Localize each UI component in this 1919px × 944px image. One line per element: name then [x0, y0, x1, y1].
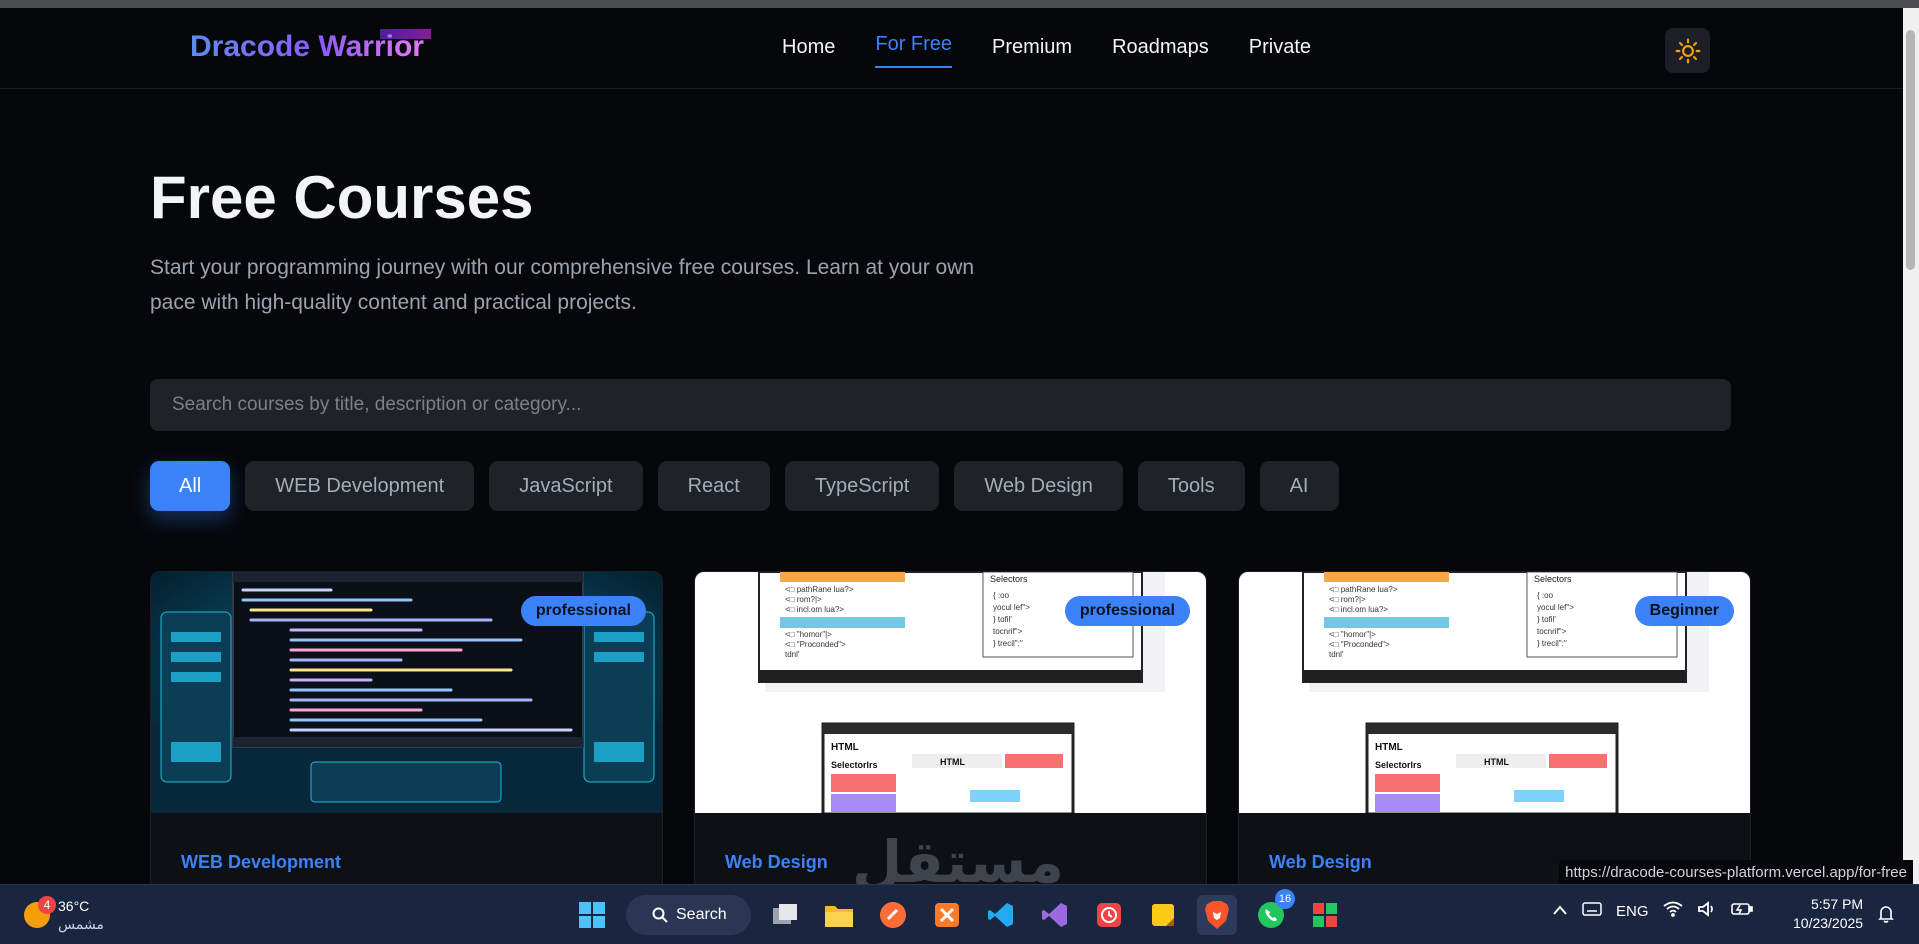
vscode-icon[interactable]: [981, 895, 1021, 935]
xampp-icon[interactable]: [927, 895, 967, 935]
page-title: Free Courses: [150, 164, 534, 231]
filter-javascript[interactable]: JavaScript: [489, 461, 643, 511]
navbar: Dracode Warrior Home For Free Premium Ro…: [0, 8, 1903, 89]
filter-typescript[interactable]: TypeScript: [784, 461, 940, 511]
sticky-notes-icon[interactable]: [1143, 895, 1183, 935]
brave-browser-icon[interactable]: [1197, 895, 1237, 935]
course-card[interactable]: professional WEB Development: [150, 571, 663, 884]
course-card[interactable]: <□ pathRane lua?> <□ rom?|> <□ incl.om l…: [694, 571, 1207, 884]
sun-icon: [1675, 38, 1700, 63]
keyboard-icon[interactable]: [1582, 902, 1602, 920]
svg-text:<□ "Proconded">: <□ "Proconded">: [785, 640, 846, 649]
svg-text:} tofil': } tofil': [1537, 615, 1556, 624]
nav-home[interactable]: Home: [782, 36, 835, 59]
filter-ai[interactable]: AI: [1259, 461, 1339, 511]
task-view-icon[interactable]: [765, 895, 805, 935]
weather-widget[interactable]: 4 36°C مشمس: [24, 896, 104, 933]
weather-temp: 36°C: [58, 898, 90, 914]
battery-icon[interactable]: [1730, 902, 1753, 920]
svg-text:<□ "homor"|>: <□ "homor"|>: [785, 630, 832, 639]
svg-text:<□ "Proconded">: <□ "Proconded">: [1329, 640, 1390, 649]
windows-taskbar: 4 36°C مشمس Search 16 ENG 5:57 PM 10/23/…: [0, 884, 1919, 944]
svg-text:Selectors: Selectors: [990, 574, 1028, 584]
course-category[interactable]: Web Design: [1269, 852, 1372, 873]
taskbar-apps: Search 16: [572, 889, 1345, 935]
svg-text:<□ pathRane lua?>: <□ pathRane lua?>: [785, 585, 854, 594]
page-subtitle: Start your programming journey with our …: [150, 256, 975, 314]
filter-react[interactable]: React: [657, 461, 770, 511]
clock-date: 10/23/2025: [1793, 915, 1864, 931]
level-badge: professional: [520, 596, 646, 626]
main-nav: Home For Free Premium Roadmaps Private: [782, 33, 1311, 68]
course-category[interactable]: Web Design: [725, 852, 828, 873]
svg-text:} trecil":": } trecil":": [1537, 639, 1567, 648]
weather-badge: 4: [38, 896, 56, 914]
notification-bell-icon[interactable]: [1878, 905, 1894, 928]
svg-text:tocnrif">: tocnrif">: [1537, 627, 1567, 636]
course-search-input[interactable]: [150, 379, 1731, 431]
svg-text:yocul lef">: yocul lef">: [1537, 603, 1574, 612]
taskbar-clock[interactable]: 5:57 PM 10/23/2025: [1793, 895, 1863, 933]
nav-private[interactable]: Private: [1249, 36, 1311, 59]
level-badge: professional: [1064, 596, 1190, 626]
course-card[interactable]: <□ pathRane lua?> <□ rom?|> <□ incl.om l…: [1238, 571, 1751, 884]
web-page: Dracode Warrior Home For Free Premium Ro…: [0, 8, 1903, 884]
taskbar-search-label: Search: [676, 906, 727, 923]
app-grid-icon[interactable]: [1305, 895, 1345, 935]
svg-text:HTML: HTML: [940, 757, 965, 767]
browser-top-strip: [0, 0, 1919, 8]
filter-web-design[interactable]: Web Design: [954, 461, 1123, 511]
svg-text:} trecil":": } trecil":": [993, 639, 1023, 648]
svg-text:HTML: HTML: [1484, 757, 1509, 767]
postman-icon[interactable]: [873, 895, 913, 935]
theme-toggle-button[interactable]: [1665, 28, 1710, 73]
svg-text:<□ "homor"|>: <□ "homor"|>: [1329, 630, 1376, 639]
whatsapp-badge: 16: [1275, 889, 1295, 909]
weather-sun-icon: 4: [24, 896, 56, 928]
search-icon: [652, 907, 668, 923]
svg-text:{ :oo: { :oo: [993, 591, 1010, 600]
svg-text:tdnl': tdnl': [785, 650, 800, 659]
svg-text:Selectorlrs: Selectorlrs: [1375, 760, 1422, 770]
svg-text:tocnrif">: tocnrif">: [993, 627, 1023, 636]
nav-roadmaps[interactable]: Roadmaps: [1112, 36, 1209, 59]
svg-text:Selectors: Selectors: [1534, 574, 1572, 584]
course-category[interactable]: WEB Development: [181, 852, 341, 873]
svg-text:HTML: HTML: [1375, 742, 1403, 753]
weather-desc: مشمس: [58, 916, 104, 932]
wifi-icon[interactable]: [1662, 901, 1683, 921]
filter-all[interactable]: All: [150, 461, 231, 511]
status-url-tooltip: https://dracode-courses-platform.vercel.…: [1559, 860, 1913, 884]
svg-text:<□ rom?|>: <□ rom?|>: [785, 595, 822, 604]
taskbar-search[interactable]: Search: [626, 895, 751, 935]
site-logo[interactable]: Dracode Warrior: [190, 30, 424, 64]
file-explorer-icon[interactable]: [819, 895, 859, 935]
whatsapp-icon[interactable]: 16: [1251, 889, 1295, 935]
nav-premium[interactable]: Premium: [992, 36, 1072, 59]
chevron-up-icon[interactable]: [1552, 903, 1568, 920]
svg-text:tdnl': tdnl': [1329, 650, 1344, 659]
clock-app-icon[interactable]: [1089, 895, 1129, 935]
svg-text:HTML: HTML: [831, 742, 859, 753]
nav-for-free[interactable]: For Free: [875, 33, 952, 68]
scrollbar-thumb[interactable]: [1906, 30, 1915, 270]
clock-time: 5:57 PM: [1810, 896, 1864, 912]
svg-text:<□ incl.om lua?>: <□ incl.om lua?>: [785, 605, 844, 614]
svg-text:} tofil': } tofil': [993, 615, 1012, 624]
level-badge: Beginner: [1634, 596, 1734, 626]
category-filters: All WEB Development JavaScript React Typ…: [150, 461, 1339, 511]
svg-text:<□ rom?|>: <□ rom?|>: [1329, 595, 1366, 604]
windows-start-icon[interactable]: [572, 895, 612, 935]
svg-text:Selectorlrs: Selectorlrs: [831, 760, 878, 770]
filter-tools[interactable]: Tools: [1137, 461, 1245, 511]
svg-text:<□ pathRane lua?>: <□ pathRane lua?>: [1329, 585, 1398, 594]
svg-text:{ :oo: { :oo: [1537, 591, 1554, 600]
visual-studio-icon[interactable]: [1035, 895, 1075, 935]
svg-text:<□ incl.om lua?>: <□ incl.om lua?>: [1329, 605, 1388, 614]
system-tray: ENG: [1552, 901, 1753, 921]
volume-icon[interactable]: [1697, 901, 1717, 921]
filter-web-development[interactable]: WEB Development: [245, 461, 475, 511]
svg-text:yocul lef">: yocul lef">: [993, 603, 1030, 612]
language-indicator[interactable]: ENG: [1616, 903, 1649, 920]
